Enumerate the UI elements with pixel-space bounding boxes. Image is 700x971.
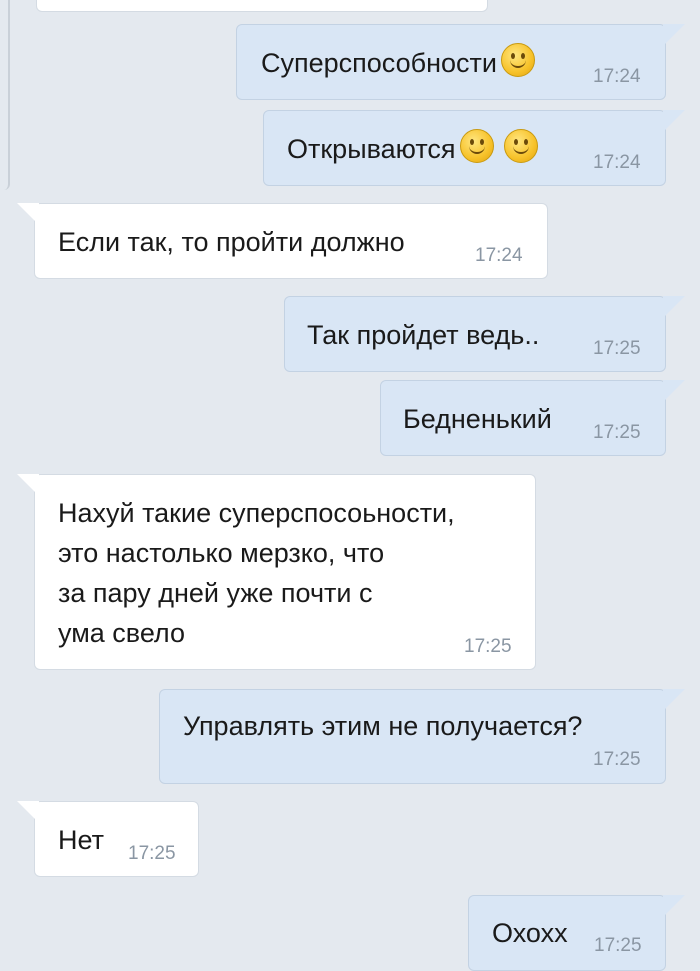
- message-time: 17:24: [475, 245, 523, 266]
- message-time: 17:25: [593, 422, 641, 443]
- previous-message-bubble-edge: [36, 0, 488, 12]
- message-bubble-incoming[interactable]: Нахуй такие суперспосоьности, это настол…: [17, 474, 536, 670]
- message-text: Нахуй такие суперспосоьности, это настол…: [58, 493, 528, 653]
- message-bubble-incoming[interactable]: Нет 17:25: [17, 801, 199, 877]
- message-bubble-outgoing[interactable]: Открываются 17:24: [263, 110, 685, 186]
- message-text: Нет: [58, 825, 104, 855]
- message-time: 17:25: [593, 749, 641, 770]
- message-text: Если так, то пройти должно: [58, 227, 405, 257]
- message-bubble-outgoing[interactable]: Управлять этим не получается? 17:25: [159, 689, 685, 784]
- message-text: Открываются: [287, 129, 538, 169]
- message-time: 17:24: [593, 66, 641, 87]
- message-text: Управлять этим не получается?: [183, 711, 583, 741]
- conversation-edge-line: [0, 0, 10, 190]
- message-time: 17:25: [128, 843, 176, 864]
- slightly-smiling-face-icon: [500, 43, 535, 77]
- message-bubble-outgoing[interactable]: Бедненький 17:25: [380, 380, 685, 456]
- message-text: Бедненький: [403, 404, 552, 434]
- message-line: ума свело: [58, 618, 186, 648]
- message-text: Охохх: [492, 918, 568, 948]
- chat-message-list[interactable]: Суперспособности 17:24 Открываются 17:24…: [0, 0, 700, 971]
- message-line: это настолько мерзко, что: [58, 538, 385, 568]
- slightly-smiling-face-icon: [503, 129, 538, 163]
- message-line: за пару дней уже почти с: [58, 578, 373, 608]
- message-time: 17:25: [464, 636, 512, 657]
- message-text: Так пройдет ведь..: [307, 320, 540, 350]
- message-time: 17:25: [593, 338, 641, 359]
- message-line: Нахуй такие суперспосоьности,: [58, 498, 455, 528]
- message-bubble-outgoing[interactable]: Так пройдет ведь.. 17:25: [284, 296, 685, 372]
- message-time: 17:25: [594, 935, 642, 956]
- message-text: Суперспособности: [261, 43, 535, 83]
- message-bubble-outgoing[interactable]: Суперспособности 17:24: [236, 24, 685, 100]
- message-time: 17:24: [593, 152, 641, 173]
- message-bubble-incoming[interactable]: Если так, то пройти должно 17:24: [17, 203, 548, 279]
- slightly-smiling-face-icon: [459, 129, 494, 163]
